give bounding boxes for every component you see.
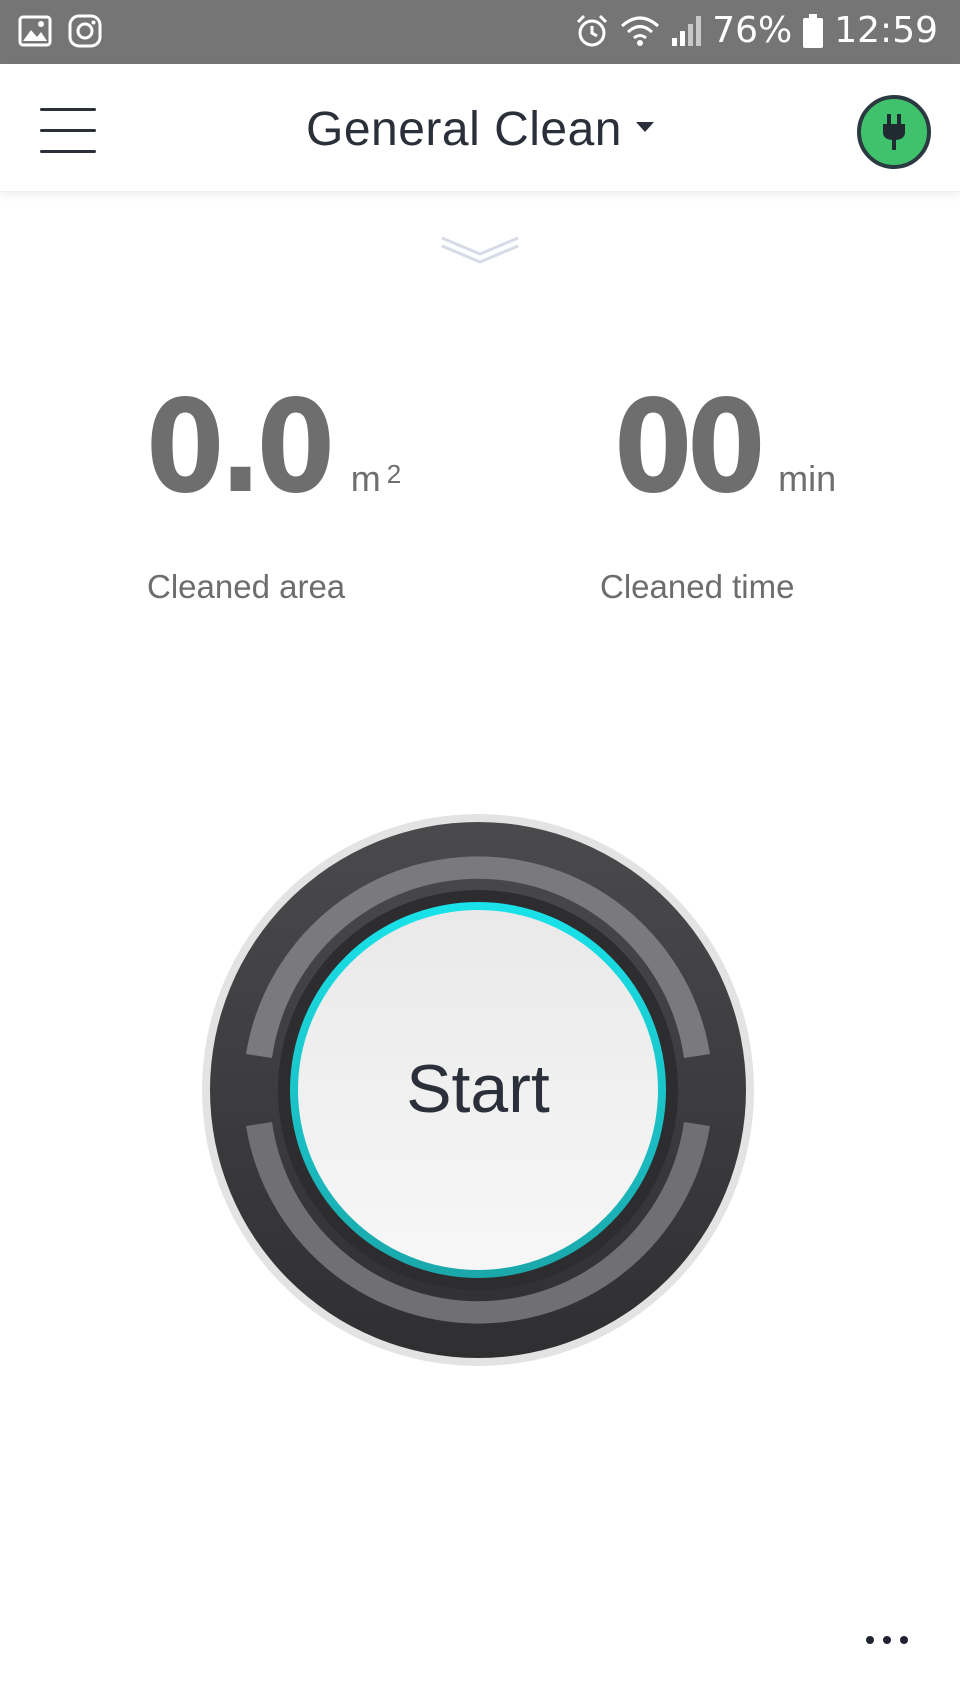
- expand-chevron-icon[interactable]: [440, 232, 520, 273]
- battery-icon: [802, 13, 824, 49]
- mode-title: General Clean: [305, 103, 622, 156]
- cleaned-time-unit: min: [778, 458, 837, 499]
- status-bar: 76% 12:59: [0, 0, 960, 64]
- robot-dial-icon: [202, 814, 754, 1366]
- cleaned-area-label: Cleaned area: [147, 568, 346, 605]
- battery-percent: 76%: [712, 10, 793, 51]
- app-bar: General Clean: [0, 64, 960, 192]
- alarm-icon: [574, 13, 610, 49]
- instagram-icon: [68, 14, 102, 48]
- caret-down-icon: [636, 121, 654, 132]
- cleaned-time-stat: 00 min: [614, 384, 836, 512]
- cleaned-time-label: Cleaned time: [600, 568, 795, 605]
- mode-selector[interactable]: General Clean: [0, 102, 960, 157]
- cleaned-area-unit: m: [350, 458, 381, 499]
- more-button[interactable]: [866, 1625, 922, 1655]
- charging-status-button[interactable]: [857, 95, 931, 169]
- status-time: 12:59: [834, 10, 938, 51]
- plug-icon: [878, 112, 910, 152]
- cleaned-area-stat: 0.0 m 2: [146, 384, 401, 512]
- cleaned-time-value: 00: [614, 373, 765, 522]
- cleaned-area-unit-superscript: 2: [386, 459, 402, 489]
- start-button[interactable]: Start: [200, 812, 756, 1368]
- signal-icon: [670, 14, 702, 48]
- wifi-icon: [620, 14, 660, 48]
- more-icon: [866, 1636, 908, 1644]
- gallery-icon: [18, 14, 52, 48]
- cleaned-area-value: 0.0: [146, 373, 335, 522]
